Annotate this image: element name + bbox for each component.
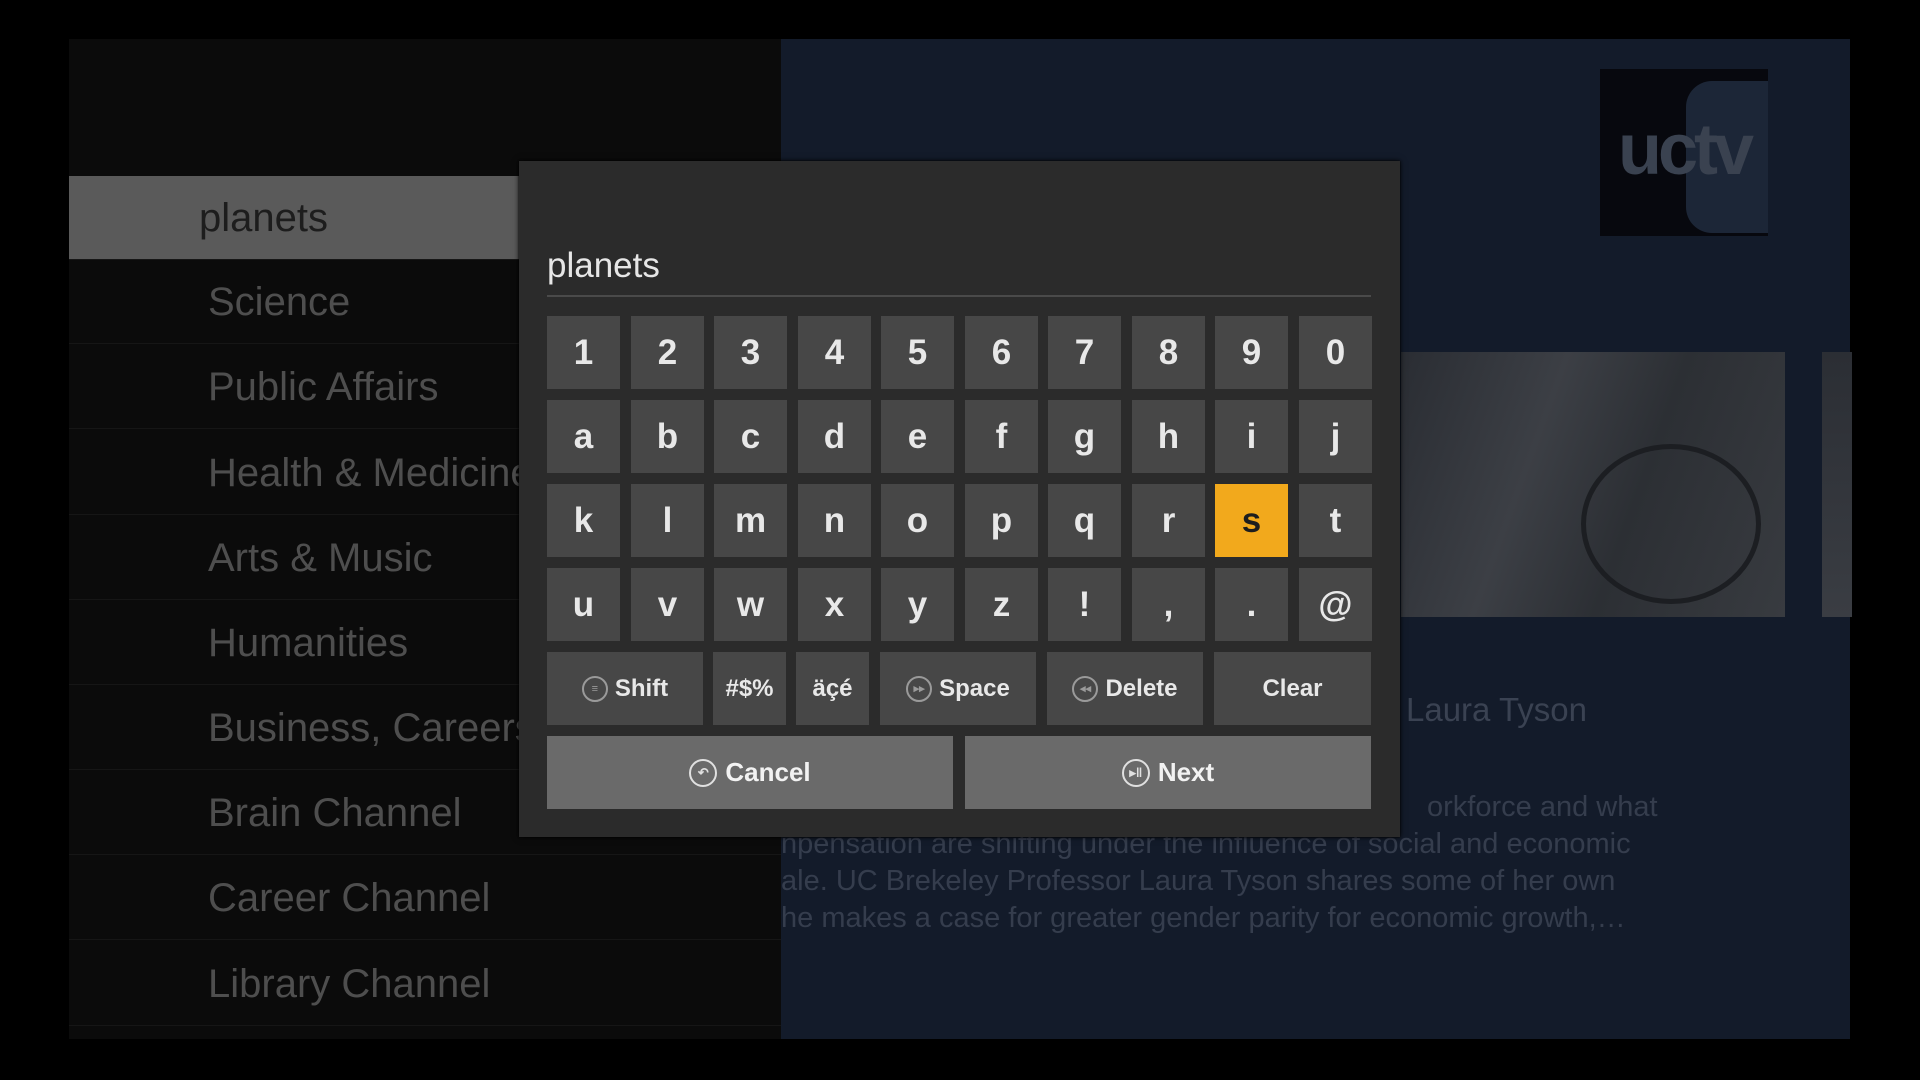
- key-e[interactable]: e: [881, 400, 954, 473]
- key-r[interactable]: r: [1132, 484, 1205, 557]
- cancel-label: Cancel: [725, 757, 811, 787]
- delete-label: Delete: [1105, 674, 1178, 702]
- presenter-name: Laura Tyson: [1406, 691, 1588, 728]
- key-f[interactable]: f: [965, 400, 1038, 473]
- sidebar-item-label: planets: [199, 196, 328, 240]
- back-icon: ↶: [689, 758, 718, 787]
- shift-label: Shift: [614, 674, 669, 702]
- key-b[interactable]: b: [631, 400, 704, 473]
- key-char[interactable]: @: [1299, 568, 1372, 641]
- menu-icon: ≡: [581, 675, 608, 702]
- key-x[interactable]: x: [798, 568, 871, 641]
- key-g[interactable]: g: [1048, 400, 1121, 473]
- key-i[interactable]: i: [1215, 400, 1288, 473]
- sidebar-item-library-channel[interactable]: Library Channel: [69, 942, 781, 1026]
- key-5[interactable]: 5: [881, 316, 954, 389]
- symbols-label: #$%: [725, 674, 774, 702]
- key-6[interactable]: 6: [965, 316, 1038, 389]
- key-h[interactable]: h: [1132, 400, 1205, 473]
- accents-label: äçé: [812, 674, 853, 702]
- key-7[interactable]: 7: [1048, 316, 1121, 389]
- sidebar-item-label: Library Channel: [208, 962, 491, 1006]
- key-j[interactable]: j: [1299, 400, 1372, 473]
- input-underline: [547, 295, 1371, 297]
- key-u[interactable]: u: [547, 568, 620, 641]
- fast-forward-icon: ▸▸: [906, 675, 933, 702]
- key-8[interactable]: 8: [1132, 316, 1205, 389]
- key-y[interactable]: y: [881, 568, 954, 641]
- sidebar-item-label: Business, Careers: [208, 706, 535, 750]
- key-d[interactable]: d: [798, 400, 871, 473]
- key-9[interactable]: 9: [1215, 316, 1288, 389]
- key-o[interactable]: o: [881, 484, 954, 557]
- description-line: ale. UC Brekeley Professor Laura Tyson s…: [781, 865, 1616, 897]
- tv-screen: planets Science Public Affairs Health & …: [0, 0, 1920, 1080]
- key-3[interactable]: 3: [714, 316, 787, 389]
- cancel-button[interactable]: ↶ Cancel: [547, 736, 953, 809]
- next-label: Next: [1157, 757, 1215, 787]
- accents-key[interactable]: äçé: [796, 652, 869, 725]
- symbols-key[interactable]: #$%: [713, 652, 786, 725]
- key-l[interactable]: l: [631, 484, 704, 557]
- logo-text: uctv: [1617, 110, 1754, 190]
- sidebar-item-career-channel[interactable]: Career Channel: [69, 856, 781, 940]
- key-k[interactable]: k: [547, 484, 620, 557]
- key-char[interactable]: !: [1048, 568, 1121, 641]
- search-input[interactable]: planets: [547, 246, 660, 286]
- key-a[interactable]: a: [547, 400, 620, 473]
- key-4[interactable]: 4: [798, 316, 871, 389]
- sidebar-item-label: Brain Channel: [208, 791, 462, 835]
- key-w[interactable]: w: [714, 568, 787, 641]
- space-label: Space: [939, 674, 1010, 702]
- key-s[interactable]: s: [1215, 484, 1288, 557]
- key-1[interactable]: 1: [547, 316, 620, 389]
- sidebar-item-label: Science: [208, 280, 351, 324]
- bicycle-wheel-image: [1581, 444, 1761, 604]
- video-thumbnail[interactable]: [1401, 352, 1785, 617]
- sidebar-item-label: Health & Medicine: [208, 451, 533, 495]
- key-n[interactable]: n: [798, 484, 871, 557]
- clear-label: Clear: [1262, 674, 1323, 702]
- key-t[interactable]: t: [1299, 484, 1372, 557]
- key-char[interactable]: ,: [1132, 568, 1205, 641]
- sidebar-item-label: Career Channel: [208, 876, 491, 920]
- key-v[interactable]: v: [631, 568, 704, 641]
- key-p[interactable]: p: [965, 484, 1038, 557]
- sidebar-item-label: Public Affairs: [208, 365, 439, 409]
- keyboard-dialog: planets 1234567890 abcdefghij klmnopqrst uv…: [519, 161, 1400, 837]
- key-char[interactable]: .: [1215, 568, 1288, 641]
- play-pause-icon: ▸‖: [1121, 758, 1150, 787]
- sidebar-item-label: Arts & Music: [208, 536, 433, 580]
- delete-key[interactable]: ◂◂ Delete: [1047, 652, 1203, 725]
- space-key[interactable]: ▸▸ Space: [880, 652, 1036, 725]
- shift-key[interactable]: ≡ Shift: [547, 652, 703, 725]
- key-q[interactable]: q: [1048, 484, 1121, 557]
- video-thumbnail[interactable]: [1822, 352, 1852, 617]
- key-0[interactable]: 0: [1299, 316, 1372, 389]
- sidebar-item-label: Humanities: [208, 621, 409, 665]
- uctv-logo: uctv: [1600, 69, 1768, 236]
- key-2[interactable]: 2: [631, 316, 704, 389]
- rewind-icon: ◂◂: [1072, 675, 1099, 702]
- key-c[interactable]: c: [714, 400, 787, 473]
- key-m[interactable]: m: [714, 484, 787, 557]
- next-button[interactable]: ▸‖ Next: [965, 736, 1371, 809]
- description-line: he makes a case for greater gender parit…: [781, 902, 1626, 934]
- key-z[interactable]: z: [965, 568, 1038, 641]
- clear-key[interactable]: Clear: [1214, 652, 1371, 725]
